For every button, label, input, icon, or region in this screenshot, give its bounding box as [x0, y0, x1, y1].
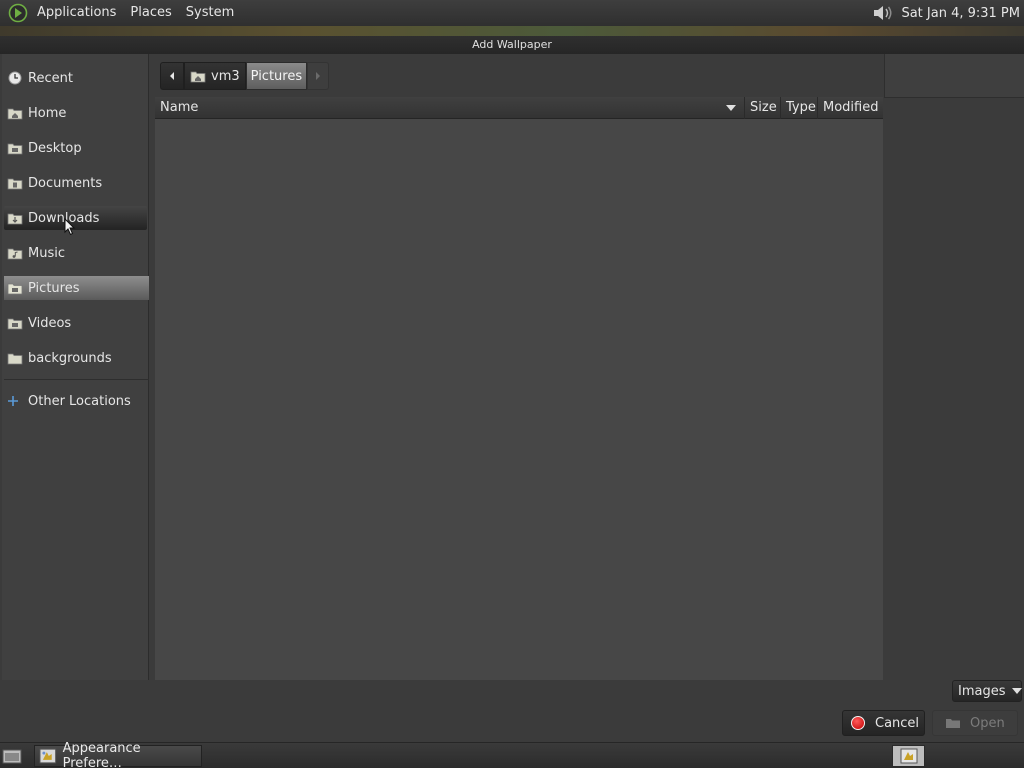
preview-area — [884, 54, 1024, 98]
sidebar-item-label: Home — [28, 105, 67, 121]
sidebar-item-backgrounds[interactable]: backgrounds — [4, 346, 147, 370]
sidebar-item-home[interactable]: Home — [4, 101, 147, 125]
column-label: Name — [160, 100, 199, 115]
path-back-button[interactable] — [160, 62, 184, 90]
open-label: Open — [970, 715, 1005, 731]
column-header-size[interactable]: Size — [745, 97, 781, 119]
applications-logo-icon[interactable] — [8, 3, 28, 23]
workspace-switcher[interactable] — [892, 745, 925, 767]
places-menu[interactable]: Places — [123, 0, 178, 26]
breadcrumb-home[interactable]: vm3 — [184, 62, 246, 90]
volume-icon[interactable] — [871, 3, 895, 23]
sidebar-item-videos[interactable]: Videos — [4, 311, 147, 335]
column-header-name[interactable]: Name — [155, 97, 745, 119]
sidebar-item-desktop[interactable]: Desktop — [4, 136, 147, 160]
documents-folder-icon — [7, 178, 23, 190]
sidebar-item-label: backgrounds — [28, 350, 112, 366]
sidebar-item-label: Videos — [28, 315, 72, 331]
column-header-type[interactable]: Type — [781, 97, 818, 119]
appearance-preferences-icon — [39, 748, 57, 764]
sidebar-item-pictures[interactable]: Pictures — [4, 276, 149, 300]
path-forward-button[interactable] — [307, 62, 330, 90]
column-header-modified[interactable]: Modified — [818, 97, 883, 119]
sidebar-separator — [4, 379, 149, 380]
downloads-folder-icon — [7, 213, 23, 225]
clock[interactable]: Sat Jan 4, 9:31 PM — [901, 6, 1020, 21]
bottom-taskbar: Appearance Prefere… — [0, 741, 1024, 768]
desktop-folder-icon — [7, 143, 23, 155]
open-folder-icon — [946, 719, 960, 728]
home-folder-icon — [190, 71, 206, 83]
places-sidebar: Recent Home Desktop Documents Downloads … — [2, 54, 149, 680]
sidebar-item-music[interactable]: Music — [4, 241, 147, 265]
cancel-label: Cancel — [875, 715, 920, 731]
sidebar-item-label: Music — [28, 245, 65, 261]
desktop-wallpaper — [0, 26, 1024, 36]
breadcrumb-label: vm3 — [211, 68, 240, 84]
show-desktop-icon[interactable] — [2, 747, 22, 765]
breadcrumb-pictures[interactable]: Pictures — [245, 62, 308, 90]
plus-icon — [8, 396, 18, 406]
cancel-icon — [851, 716, 865, 730]
mouse-cursor-icon — [64, 218, 76, 236]
sidebar-item-label: Documents — [28, 175, 103, 191]
applications-menu[interactable]: Applications — [30, 0, 123, 26]
chevron-right-icon — [316, 72, 321, 80]
path-bar: vm3 Pictures — [160, 62, 330, 90]
cancel-button[interactable]: Cancel — [842, 710, 925, 736]
breadcrumb-label: Pictures — [250, 68, 303, 84]
open-button[interactable]: Open — [932, 710, 1018, 736]
file-list[interactable]: Name Size Type Modified — [155, 97, 883, 680]
home-folder-icon — [7, 108, 23, 120]
sidebar-item-documents[interactable]: Documents — [4, 171, 147, 195]
sidebar-item-label: Desktop — [28, 140, 82, 156]
filter-label: Images — [958, 683, 1006, 699]
sidebar-item-other-locations[interactable]: Other Locations — [4, 389, 147, 413]
chevron-down-icon — [1011, 688, 1022, 694]
sidebar-item-label: Pictures — [28, 280, 80, 296]
videos-folder-icon — [7, 318, 23, 330]
appearance-preferences-icon — [900, 748, 917, 764]
file-type-filter[interactable]: Images — [952, 680, 1022, 702]
file-list-header: Name Size Type Modified — [155, 97, 883, 119]
folder-icon — [7, 353, 23, 365]
file-chooser-dialog: Recent Home Desktop Documents Downloads … — [0, 54, 1024, 742]
sidebar-item-recent[interactable]: Recent — [4, 66, 147, 90]
taskbar-item-label: Appearance Prefere… — [62, 741, 141, 768]
sort-descending-icon — [726, 105, 736, 111]
system-menu[interactable]: System — [179, 0, 241, 26]
top-panel: Applications Places System Sat Jan 4, 9:… — [0, 0, 1024, 26]
pictures-folder-icon — [7, 283, 23, 295]
sidebar-item-label: Recent — [28, 70, 73, 86]
dialog-title: Add Wallpaper — [0, 36, 1024, 54]
sidebar-item-label: Other Locations — [28, 393, 131, 409]
recent-icon — [8, 71, 22, 85]
taskbar-item-appearance-preferences[interactable]: Appearance Prefere… — [34, 741, 202, 768]
chevron-left-icon — [170, 72, 174, 80]
music-folder-icon — [7, 248, 23, 260]
